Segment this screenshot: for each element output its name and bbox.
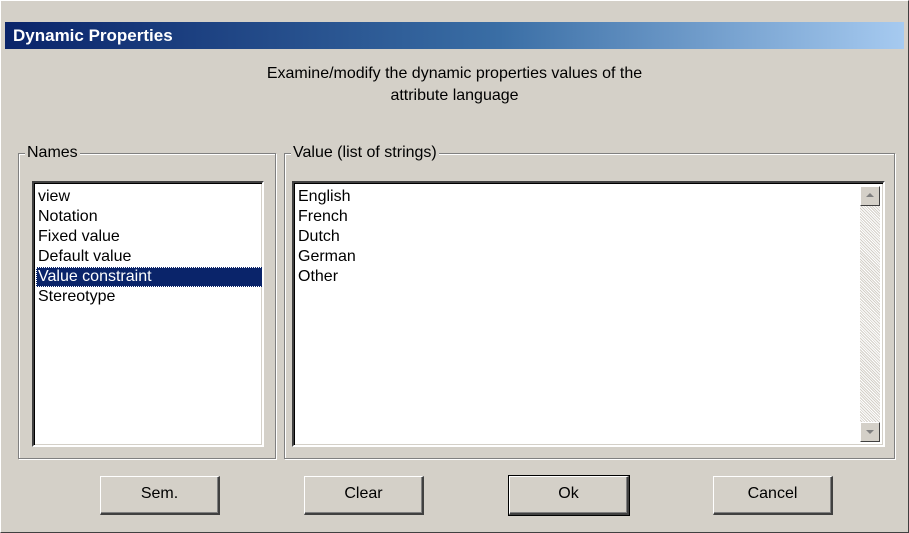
value-item-german[interactable]: German [296,247,358,267]
value-item-french[interactable]: French [296,207,358,227]
value-scrollbar[interactable] [860,186,880,442]
names-item-fixed-value[interactable]: Fixed value [36,227,262,247]
window-title: Dynamic Properties [13,26,173,45]
value-list: English French Dutch German Other [296,187,358,287]
names-item-view[interactable]: view [36,187,262,207]
names-list: view Notation Fixed value Default value … [36,187,262,307]
scroll-up-arrow-icon [866,193,874,197]
value-group-label: Value (list of strings) [291,143,439,163]
names-item-default-value[interactable]: Default value [36,247,262,267]
description: Examine/modify the dynamic properties va… [1,63,908,107]
top-strip [1,1,908,22]
value-item-english[interactable]: English [296,187,358,207]
names-item-value-constraint[interactable]: Value constraint [36,267,262,287]
names-item-notation[interactable]: Notation [36,207,262,227]
names-listbox[interactable]: view Notation Fixed value Default value … [32,181,264,447]
names-item-stereotype[interactable]: Stereotype [36,287,262,307]
cancel-button[interactable]: Cancel [713,476,833,515]
value-groupbox: Value (list of strings) English French D… [284,143,895,459]
names-group-label: Names [25,143,80,163]
scroll-down-arrow-icon [866,430,874,434]
value-item-other[interactable]: Other [296,267,358,287]
sem-button[interactable]: Sem. [100,476,220,515]
names-groupbox: Names view Notation Fixed value Default … [18,143,276,459]
value-listbox[interactable]: English French Dutch German Other [292,181,885,447]
clear-button[interactable]: Clear [304,476,424,515]
dynamic-properties-dialog: Dynamic Properties Examine/modify the dy… [0,0,909,533]
value-item-dutch[interactable]: Dutch [296,227,358,247]
description-line-2: attribute language [390,87,519,104]
scroll-up-button[interactable] [860,186,880,206]
ok-button[interactable]: Ok [508,475,630,516]
description-line-1: Examine/modify the dynamic properties va… [266,65,643,82]
scroll-down-button[interactable] [860,422,880,442]
title-bar[interactable]: Dynamic Properties [5,22,904,49]
